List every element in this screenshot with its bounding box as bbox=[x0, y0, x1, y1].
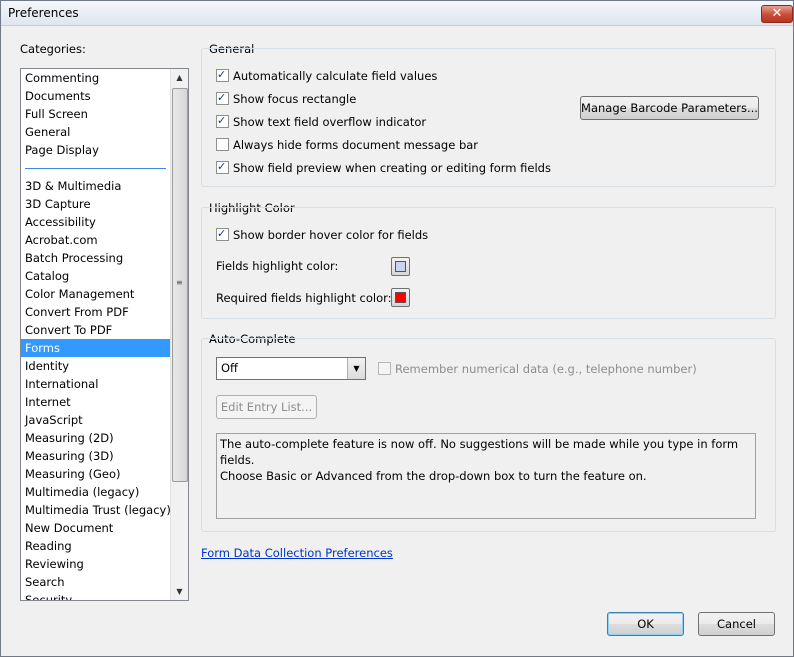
hide-bar-label: Always hide forms document message bar bbox=[233, 138, 479, 152]
checkbox-icon[interactable] bbox=[216, 113, 229, 129]
remember-numerical-checkbox[interactable]: Remember numerical data (e.g., telephone… bbox=[378, 361, 697, 377]
category-item-forms[interactable]: Forms bbox=[21, 339, 170, 357]
categories-label: Categories: bbox=[20, 42, 86, 56]
categories-scrollbar[interactable]: ▲ ≡ ▼ bbox=[170, 69, 188, 600]
cancel-button[interactable]: Cancel bbox=[698, 612, 775, 636]
scroll-down-icon[interactable]: ▼ bbox=[171, 583, 188, 600]
required-highlight-label: Required fields highlight color: bbox=[216, 291, 392, 305]
category-item-new-document[interactable]: New Document bbox=[21, 519, 170, 537]
category-item-reading[interactable]: Reading bbox=[21, 537, 170, 555]
category-item-security[interactable]: Security bbox=[21, 591, 170, 600]
fields-highlight-color-button[interactable] bbox=[391, 257, 410, 276]
category-item-multimedia-trust-legacy[interactable]: Multimedia Trust (legacy) bbox=[21, 501, 171, 519]
checkbox-icon[interactable] bbox=[378, 362, 391, 375]
description-line-1: The auto-complete feature is now off. No… bbox=[220, 437, 739, 467]
category-item-catalog[interactable]: Catalog bbox=[21, 267, 170, 285]
category-item-internet[interactable]: Internet bbox=[21, 393, 170, 411]
preview-checkbox[interactable]: Show field preview when creating or edit… bbox=[216, 159, 551, 176]
category-item-full-screen[interactable]: Full Screen bbox=[21, 105, 170, 123]
checkbox-icon[interactable] bbox=[216, 159, 229, 175]
category-item-search[interactable]: Search bbox=[21, 573, 170, 591]
category-item-3d-capture[interactable]: 3D Capture bbox=[21, 195, 170, 213]
window-title: Preferences bbox=[8, 6, 79, 20]
dropdown-arrow-icon[interactable]: ▼ bbox=[347, 358, 365, 379]
category-item-general[interactable]: General bbox=[21, 123, 170, 141]
category-item-convert-from-pdf[interactable]: Convert From PDF bbox=[21, 303, 170, 321]
remember-numerical-label: Remember numerical data (e.g., telephone… bbox=[395, 362, 697, 376]
form-data-collection-link[interactable]: Form Data Collection Preferences bbox=[201, 546, 393, 560]
preferences-dialog: Preferences ✕ Categories: Commenting Docu… bbox=[0, 0, 794, 657]
grip-icon: ≡ bbox=[176, 278, 183, 287]
category-item-multimedia-legacy[interactable]: Multimedia (legacy) bbox=[21, 483, 170, 501]
hover-color-label: Show border hover color for fields bbox=[233, 228, 429, 242]
category-item-reviewing[interactable]: Reviewing bbox=[21, 555, 170, 573]
categories-items: Commenting Documents Full Screen General Pag… bbox=[21, 69, 171, 600]
preview-label: Show field preview when creating or edit… bbox=[233, 161, 551, 175]
category-item-international[interactable]: International bbox=[21, 375, 170, 393]
overflow-label: Show text field overflow indicator bbox=[233, 115, 427, 129]
category-item-convert-to-pdf[interactable]: Convert To PDF bbox=[21, 321, 170, 339]
checkbox-icon[interactable] bbox=[216, 90, 229, 106]
scroll-up-icon[interactable]: ▲ bbox=[171, 69, 188, 86]
close-button[interactable]: ✕ bbox=[761, 5, 793, 23]
focus-rect-label: Show focus rectangle bbox=[233, 92, 357, 106]
ok-button[interactable]: OK bbox=[607, 612, 684, 636]
autocomplete-mode-select[interactable]: Off ▼ bbox=[216, 357, 366, 380]
overflow-checkbox[interactable]: Show text field overflow indicator bbox=[216, 113, 427, 130]
description-line-2: Choose Basic or Advanced from the drop-d… bbox=[220, 469, 647, 483]
scrollbar-thumb[interactable]: ≡ bbox=[172, 88, 188, 482]
hover-color-checkbox[interactable]: Show border hover color for fields bbox=[216, 226, 429, 243]
title-bar[interactable]: Preferences ✕ bbox=[1, 1, 793, 26]
category-item-javascript[interactable]: JavaScript bbox=[21, 411, 170, 429]
manage-barcode-button[interactable]: Manage Barcode Parameters... bbox=[580, 96, 759, 120]
fields-highlight-label: Fields highlight color: bbox=[216, 259, 339, 273]
categories-separator bbox=[25, 168, 166, 169]
edit-entry-list-button[interactable]: Edit Entry List... bbox=[216, 395, 317, 419]
category-item-page-display[interactable]: Page Display bbox=[21, 141, 170, 159]
category-item-measuring-2d[interactable]: Measuring (2D) bbox=[21, 429, 170, 447]
category-item-accessibility[interactable]: Accessibility bbox=[21, 213, 170, 231]
categories-list[interactable]: Commenting Documents Full Screen General Pag… bbox=[20, 68, 189, 601]
required-color-chip bbox=[395, 292, 406, 303]
category-item-acrobat-com[interactable]: Acrobat.com bbox=[21, 231, 170, 249]
auto-calc-label: Automatically calculate field values bbox=[233, 69, 438, 83]
category-item-documents[interactable]: Documents bbox=[21, 87, 170, 105]
category-item-measuring-geo[interactable]: Measuring (Geo) bbox=[21, 465, 170, 483]
checkbox-icon[interactable] bbox=[216, 67, 229, 83]
checkbox-icon[interactable] bbox=[216, 138, 229, 151]
fields-color-chip bbox=[395, 261, 406, 272]
category-item-color-management[interactable]: Color Management bbox=[21, 285, 170, 303]
focus-rect-checkbox[interactable]: Show focus rectangle bbox=[216, 90, 357, 107]
autocomplete-mode-value: Off bbox=[221, 361, 238, 375]
category-item-measuring-3d[interactable]: Measuring (3D) bbox=[21, 447, 170, 465]
category-item-batch-processing[interactable]: Batch Processing bbox=[21, 249, 170, 267]
hide-bar-checkbox[interactable]: Always hide forms document message bar bbox=[216, 137, 478, 153]
autocomplete-description: The auto-complete feature is now off. No… bbox=[216, 433, 756, 519]
auto-calc-checkbox[interactable]: Automatically calculate field values bbox=[216, 67, 438, 84]
category-item-3d-multimedia[interactable]: 3D & Multimedia bbox=[21, 177, 170, 195]
category-item-commenting[interactable]: Commenting bbox=[21, 69, 170, 87]
checkbox-icon[interactable] bbox=[216, 226, 229, 242]
required-highlight-color-button[interactable] bbox=[391, 288, 410, 307]
category-item-identity[interactable]: Identity bbox=[21, 357, 170, 375]
